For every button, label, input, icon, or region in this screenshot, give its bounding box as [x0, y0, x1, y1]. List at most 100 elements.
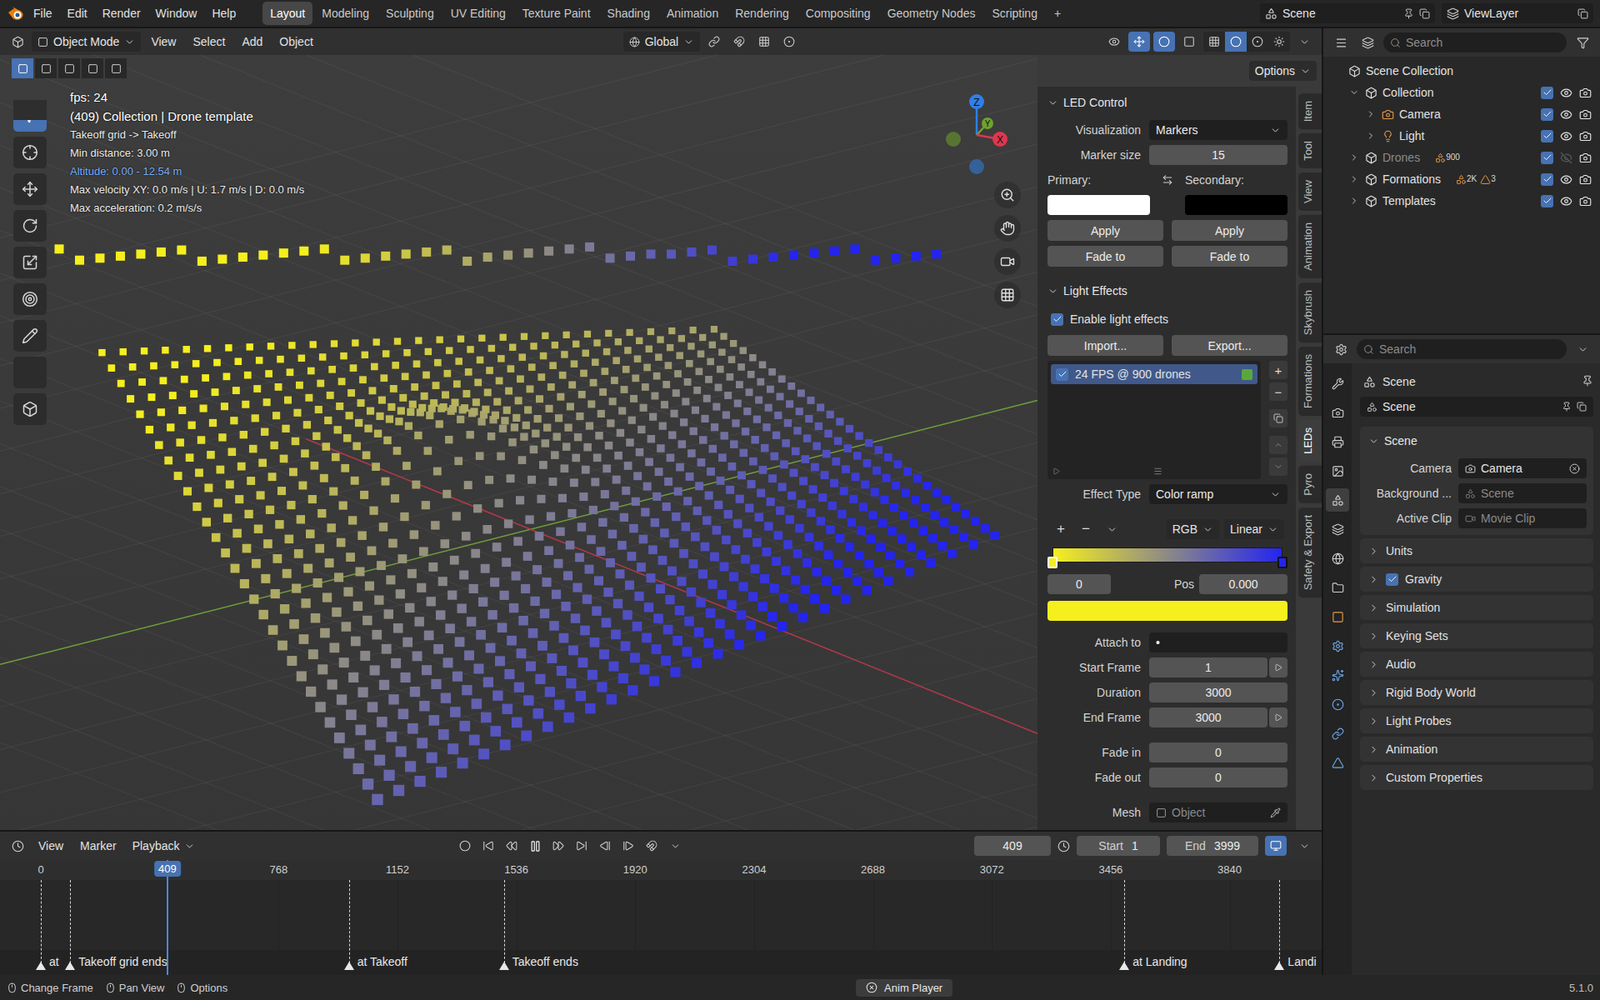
- filter-button[interactable]: [1571, 32, 1594, 53]
- workspace-tab[interactable]: Geometry Nodes: [880, 1, 984, 25]
- interpolation-dropdown[interactable]: Linear: [1224, 519, 1285, 540]
- editor-type-button[interactable]: [1330, 32, 1352, 53]
- number-field[interactable]: 0: [1149, 767, 1288, 788]
- section-checkbox[interactable]: [1385, 573, 1399, 586]
- eye-off-icon[interactable]: [1560, 151, 1573, 165]
- viewport-menu[interactable]: Object: [272, 30, 320, 53]
- frame-field[interactable]: 3000: [1149, 707, 1268, 728]
- eye-icon[interactable]: [1560, 173, 1573, 186]
- property-field[interactable]: Movie Clip: [1458, 508, 1587, 529]
- exclude-checkbox[interactable]: [1540, 86, 1554, 100]
- remove-effect-button[interactable]: −: [1269, 382, 1288, 401]
- end-frame-field[interactable]: End3999: [1166, 835, 1259, 856]
- viewport-menu[interactable]: Select: [185, 30, 232, 53]
- properties-section[interactable]: Light Probes: [1360, 708, 1594, 734]
- add-stop-button[interactable]: +: [1050, 520, 1071, 538]
- shading-button[interactable]: [1246, 31, 1269, 52]
- properties-section[interactable]: Rigid Body World: [1360, 680, 1594, 705]
- viewport-menu[interactable]: Add: [235, 30, 270, 53]
- editor-type-button[interactable]: [1330, 339, 1352, 360]
- tool-button[interactable]: [13, 136, 47, 169]
- pin-icon[interactable]: [1581, 375, 1594, 387]
- eye-icon[interactable]: [1560, 108, 1573, 121]
- workspace-tab[interactable]: Animation: [659, 1, 726, 25]
- ortho-button[interactable]: [994, 281, 1021, 309]
- playhead-label[interactable]: 409: [154, 860, 181, 877]
- scene-datablock-field[interactable]: Scene: [1360, 396, 1594, 417]
- sync-options[interactable]: [1293, 835, 1315, 856]
- number-field[interactable]: 3000: [1149, 682, 1288, 703]
- render-toggle-icon[interactable]: [1579, 173, 1592, 186]
- led-button[interactable]: Fade to: [1171, 245, 1288, 267]
- mesh-field[interactable]: Object: [1149, 802, 1288, 823]
- move-down-button[interactable]: [1269, 457, 1288, 476]
- workspace-tab[interactable]: Sculpting: [378, 1, 442, 25]
- menu-item[interactable]: Help: [205, 2, 243, 25]
- tool-button[interactable]: [13, 393, 47, 425]
- properties-tab[interactable]: [1325, 400, 1350, 425]
- properties-tab[interactable]: [1325, 605, 1350, 629]
- render-toggle-icon[interactable]: [1579, 108, 1592, 121]
- current-frame-field[interactable]: 409: [974, 835, 1051, 856]
- camera-view-button[interactable]: [994, 248, 1021, 275]
- marker-icon[interactable]: [1274, 961, 1285, 970]
- select-mode-button[interactable]: [35, 58, 57, 79]
- secondary-color-swatch[interactable]: [1185, 195, 1288, 215]
- enable-light-effects-checkbox[interactable]: [1050, 313, 1064, 326]
- exclude-checkbox[interactable]: [1540, 151, 1554, 165]
- color-mode-dropdown[interactable]: RGB: [1166, 519, 1220, 540]
- eye-icon[interactable]: [1560, 195, 1573, 208]
- play-pause-button[interactable]: [524, 835, 546, 856]
- property-field[interactable]: Camera: [1458, 458, 1587, 479]
- menu-item[interactable]: File: [26, 2, 60, 25]
- marker-icon[interactable]: [1119, 961, 1130, 970]
- sync-button[interactable]: [1265, 835, 1287, 856]
- import-button[interactable]: Import...: [1047, 335, 1164, 356]
- add-effect-button[interactable]: +: [1269, 360, 1288, 380]
- options-button[interactable]: [1571, 339, 1594, 360]
- marker-icon[interactable]: [35, 961, 46, 970]
- tool-button[interactable]: [13, 320, 47, 352]
- outliner-item[interactable]: Formations2K3: [1323, 168, 1600, 190]
- properties-search[interactable]: Search: [1356, 339, 1567, 360]
- viewport-menu[interactable]: View: [144, 30, 183, 53]
- ramp-stop[interactable]: [1277, 556, 1288, 569]
- remove-stop-button[interactable]: −: [1075, 520, 1096, 538]
- tool-button[interactable]: [13, 356, 47, 389]
- shading-button[interactable]: [1203, 31, 1225, 52]
- timeline-menu[interactable]: Marker: [73, 835, 124, 857]
- scene-selector[interactable]: Scene: [1260, 3, 1435, 24]
- overlay-toggle[interactable]: [1153, 31, 1175, 52]
- pan-button[interactable]: [994, 215, 1021, 242]
- view-layer-selector[interactable]: ViewLayer: [1441, 3, 1594, 24]
- stop-color-field[interactable]: [1047, 600, 1288, 621]
- properties-tab[interactable]: [1325, 459, 1350, 483]
- xray-toggle[interactable]: [1178, 31, 1200, 52]
- panel-header[interactable]: Light Effects: [1045, 278, 1290, 304]
- attach-to-field[interactable]: •: [1149, 632, 1288, 653]
- move-up-button[interactable]: [1269, 435, 1288, 455]
- snap-button[interactable]: [640, 835, 663, 856]
- outliner-item[interactable]: Drones900: [1323, 146, 1600, 169]
- sidebar-tab[interactable]: Animation: [1298, 215, 1322, 279]
- exclude-checkbox[interactable]: [1540, 130, 1554, 143]
- workspace-tab[interactable]: Compositing: [798, 1, 879, 25]
- zoom-button[interactable]: [994, 181, 1021, 209]
- properties-tab[interactable]: [1325, 517, 1350, 541]
- exclude-checkbox[interactable]: [1540, 173, 1554, 186]
- menu-item[interactable]: Edit: [60, 2, 95, 25]
- start-frame-field[interactable]: Start1: [1076, 835, 1160, 856]
- properties-tab[interactable]: [1325, 634, 1350, 658]
- properties-tab[interactable]: [1325, 546, 1350, 570]
- gizmo-toggle[interactable]: [1128, 31, 1150, 52]
- x-axis-icon[interactable]: [992, 131, 1008, 147]
- led-button[interactable]: Apply: [1171, 220, 1288, 241]
- number-field[interactable]: 0: [1149, 742, 1288, 763]
- snap-options[interactable]: [664, 835, 686, 856]
- navigation-gizmo[interactable]: ZYX: [926, 85, 1027, 185]
- marker-icon[interactable]: [344, 961, 355, 970]
- outliner-item[interactable]: Collection: [1323, 81, 1600, 104]
- timeline-body[interactable]: 076811521536192023042688307234563840atTa…: [0, 860, 1322, 975]
- workspace-tab[interactable]: Scripting: [984, 1, 1045, 25]
- playhead[interactable]: [166, 860, 169, 975]
